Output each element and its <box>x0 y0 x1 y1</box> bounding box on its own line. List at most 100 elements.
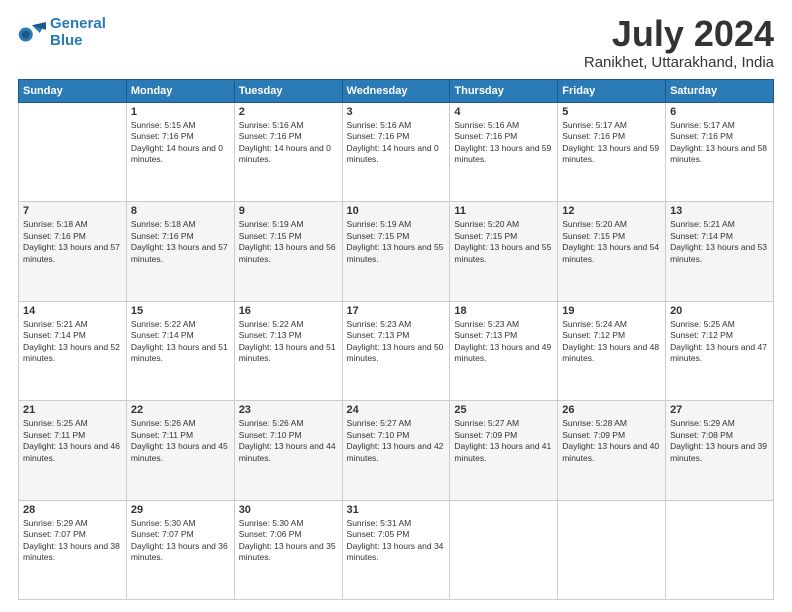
day-info: Sunrise: 5:16 AMSunset: 7:16 PMDaylight:… <box>347 120 446 166</box>
day-number: 15 <box>131 305 230 317</box>
weekday-header-sunday: Sunday <box>19 80 127 103</box>
day-info: Sunrise: 5:17 AMSunset: 7:16 PMDaylight:… <box>562 120 661 166</box>
day-number: 31 <box>347 504 446 516</box>
title-block: July 2024 Ranikhet, Uttarakhand, India <box>584 16 774 71</box>
day-number: 3 <box>347 106 446 118</box>
day-number: 7 <box>23 205 122 217</box>
day-number: 2 <box>239 106 338 118</box>
day-info: Sunrise: 5:28 AMSunset: 7:09 PMDaylight:… <box>562 418 661 464</box>
day-info: Sunrise: 5:20 AMSunset: 7:15 PMDaylight:… <box>562 219 661 265</box>
day-info: Sunrise: 5:27 AMSunset: 7:09 PMDaylight:… <box>454 418 553 464</box>
day-number: 30 <box>239 504 338 516</box>
day-info: Sunrise: 5:30 AMSunset: 7:07 PMDaylight:… <box>131 518 230 564</box>
day-info: Sunrise: 5:15 AMSunset: 7:16 PMDaylight:… <box>131 120 230 166</box>
weekday-header-monday: Monday <box>126 80 234 103</box>
calendar-week-row: 14 Sunrise: 5:21 AMSunset: 7:14 PMDayligh… <box>19 301 774 400</box>
day-info: Sunrise: 5:24 AMSunset: 7:12 PMDaylight:… <box>562 319 661 365</box>
day-number: 14 <box>23 305 122 317</box>
calendar-cell: 29 Sunrise: 5:30 AMSunset: 7:07 PMDayligh… <box>126 500 234 599</box>
weekday-header-wednesday: Wednesday <box>342 80 450 103</box>
weekday-header-thursday: Thursday <box>450 80 558 103</box>
day-number: 29 <box>131 504 230 516</box>
calendar-cell: 1Sunrise: 5:15 AMSunset: 7:16 PMDaylight… <box>126 103 234 202</box>
day-info: Sunrise: 5:17 AMSunset: 7:16 PMDaylight:… <box>670 120 769 166</box>
day-info: Sunrise: 5:27 AMSunset: 7:10 PMDaylight:… <box>347 418 446 464</box>
day-number: 24 <box>347 404 446 416</box>
calendar-cell: 12 Sunrise: 5:20 AMSunset: 7:15 PMDayligh… <box>558 202 666 301</box>
calendar-week-row: 21Sunrise: 5:25 AMSunset: 7:11 PMDayligh… <box>19 401 774 500</box>
weekday-header-friday: Friday <box>558 80 666 103</box>
weekday-header-saturday: Saturday <box>666 80 774 103</box>
calendar-cell: 8 Sunrise: 5:18 AMSunset: 7:16 PMDaylight… <box>126 202 234 301</box>
weekday-header-row: SundayMondayTuesdayWednesdayThursdayFrid… <box>19 80 774 103</box>
day-number: 12 <box>562 205 661 217</box>
day-info: Sunrise: 5:21 AMSunset: 7:14 PMDaylight:… <box>23 319 122 365</box>
calendar-cell: 15 Sunrise: 5:22 AMSunset: 7:14 PMDayligh… <box>126 301 234 400</box>
calendar-page: General Blue July 2024 Ranikhet, Uttarak… <box>0 0 792 612</box>
day-number: 4 <box>454 106 553 118</box>
calendar-cell: 23 Sunrise: 5:26 AMSunset: 7:10 PMDayligh… <box>234 401 342 500</box>
day-number: 23 <box>239 404 338 416</box>
day-number: 13 <box>670 205 769 217</box>
logo: General Blue <box>18 16 106 49</box>
day-info: Sunrise: 5:22 AMSunset: 7:13 PMDaylight:… <box>239 319 338 365</box>
day-number: 19 <box>562 305 661 317</box>
calendar-cell: 18 Sunrise: 5:23 AMSunset: 7:13 PMDayligh… <box>450 301 558 400</box>
day-info: Sunrise: 5:21 AMSunset: 7:14 PMDaylight:… <box>670 219 769 265</box>
calendar-cell: 14 Sunrise: 5:21 AMSunset: 7:14 PMDayligh… <box>19 301 127 400</box>
calendar-cell: 30 Sunrise: 5:30 AMSunset: 7:06 PMDayligh… <box>234 500 342 599</box>
calendar-cell: 28 Sunrise: 5:29 AMSunset: 7:07 PMDayligh… <box>19 500 127 599</box>
day-number: 26 <box>562 404 661 416</box>
day-number: 18 <box>454 305 553 317</box>
logo-icon <box>18 22 46 44</box>
day-info: Sunrise: 5:18 AMSunset: 7:16 PMDaylight:… <box>23 219 122 265</box>
calendar-cell: 31 Sunrise: 5:31 AMSunset: 7:05 PMDayligh… <box>342 500 450 599</box>
calendar-week-row: 1Sunrise: 5:15 AMSunset: 7:16 PMDaylight… <box>19 103 774 202</box>
calendar-cell <box>666 500 774 599</box>
day-number: 17 <box>347 305 446 317</box>
day-number: 9 <box>239 205 338 217</box>
header: General Blue July 2024 Ranikhet, Uttarak… <box>18 16 774 71</box>
day-info: Sunrise: 5:23 AMSunset: 7:13 PMDaylight:… <box>347 319 446 365</box>
day-number: 8 <box>131 205 230 217</box>
calendar-cell <box>19 103 127 202</box>
day-info: Sunrise: 5:29 AMSunset: 7:07 PMDaylight:… <box>23 518 122 564</box>
calendar-cell: 10Sunrise: 5:19 AMSunset: 7:15 PMDayligh… <box>342 202 450 301</box>
calendar-cell: 4Sunrise: 5:16 AMSunset: 7:16 PMDaylight… <box>450 103 558 202</box>
calendar-cell: 2 Sunrise: 5:16 AMSunset: 7:16 PMDaylight… <box>234 103 342 202</box>
day-info: Sunrise: 5:23 AMSunset: 7:13 PMDaylight:… <box>454 319 553 365</box>
calendar-cell: 20Sunrise: 5:25 AMSunset: 7:12 PMDayligh… <box>666 301 774 400</box>
day-number: 11 <box>454 205 553 217</box>
weekday-header-tuesday: Tuesday <box>234 80 342 103</box>
day-number: 5 <box>562 106 661 118</box>
calendar-cell: 25 Sunrise: 5:27 AMSunset: 7:09 PMDayligh… <box>450 401 558 500</box>
calendar-cell: 13 Sunrise: 5:21 AMSunset: 7:14 PMDayligh… <box>666 202 774 301</box>
calendar-cell: 27 Sunrise: 5:29 AMSunset: 7:08 PMDayligh… <box>666 401 774 500</box>
calendar-cell: 22Sunrise: 5:26 AMSunset: 7:11 PMDayligh… <box>126 401 234 500</box>
day-info: Sunrise: 5:30 AMSunset: 7:06 PMDaylight:… <box>239 518 338 564</box>
day-info: Sunrise: 5:16 AMSunset: 7:16 PMDaylight:… <box>239 120 338 166</box>
calendar-cell <box>450 500 558 599</box>
calendar-table: SundayMondayTuesdayWednesdayThursdayFrid… <box>18 79 774 600</box>
day-number: 25 <box>454 404 553 416</box>
calendar-cell: 19 Sunrise: 5:24 AMSunset: 7:12 PMDayligh… <box>558 301 666 400</box>
day-info: Sunrise: 5:26 AMSunset: 7:10 PMDaylight:… <box>239 418 338 464</box>
day-number: 27 <box>670 404 769 416</box>
day-number: 22 <box>131 404 230 416</box>
calendar-week-row: 28 Sunrise: 5:29 AMSunset: 7:07 PMDayligh… <box>19 500 774 599</box>
day-info: Sunrise: 5:22 AMSunset: 7:14 PMDaylight:… <box>131 319 230 365</box>
day-info: Sunrise: 5:20 AMSunset: 7:15 PMDaylight:… <box>454 219 553 265</box>
day-info: Sunrise: 5:29 AMSunset: 7:08 PMDaylight:… <box>670 418 769 464</box>
day-info: Sunrise: 5:31 AMSunset: 7:05 PMDaylight:… <box>347 518 446 564</box>
day-number: 28 <box>23 504 122 516</box>
calendar-cell: 17 Sunrise: 5:23 AMSunset: 7:13 PMDayligh… <box>342 301 450 400</box>
day-info: Sunrise: 5:25 AMSunset: 7:12 PMDaylight:… <box>670 319 769 365</box>
calendar-cell: 7 Sunrise: 5:18 AMSunset: 7:16 PMDaylight… <box>19 202 127 301</box>
day-info: Sunrise: 5:19 AMSunset: 7:15 PMDaylight:… <box>239 219 338 265</box>
day-number: 21 <box>23 404 122 416</box>
logo-text: General Blue <box>50 16 106 49</box>
calendar-week-row: 7 Sunrise: 5:18 AMSunset: 7:16 PMDaylight… <box>19 202 774 301</box>
day-info: Sunrise: 5:18 AMSunset: 7:16 PMDaylight:… <box>131 219 230 265</box>
location-title: Ranikhet, Uttarakhand, India <box>584 54 774 71</box>
calendar-cell: 26 Sunrise: 5:28 AMSunset: 7:09 PMDayligh… <box>558 401 666 500</box>
